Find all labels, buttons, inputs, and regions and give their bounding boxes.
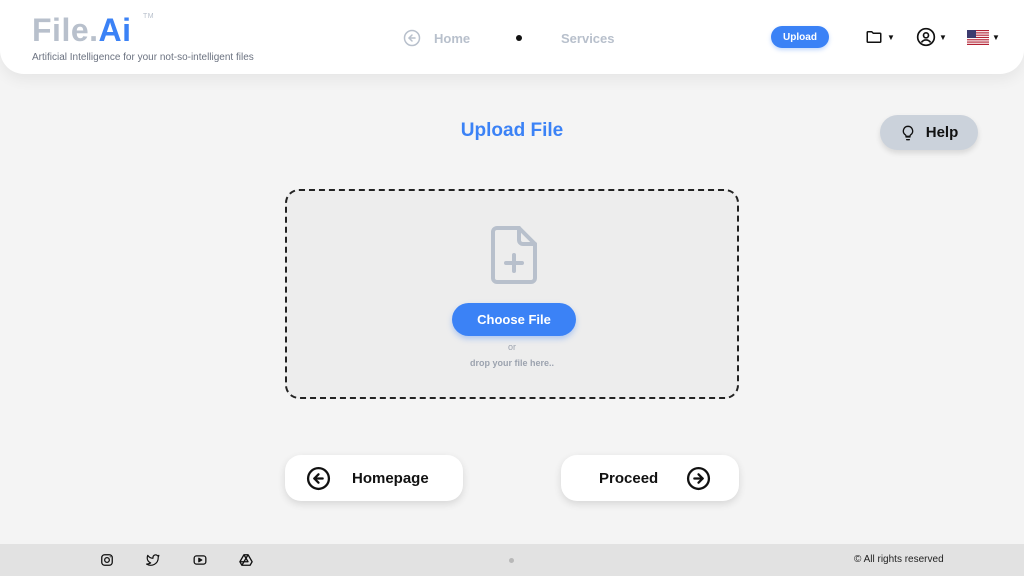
nav-home-link[interactable]: Home [434, 31, 470, 46]
brand-logo[interactable]: File.Ai TM [32, 12, 154, 49]
or-separator-text: or [507, 342, 516, 352]
arrow-right-circle-icon [687, 466, 711, 490]
proceed-label: Proceed [599, 469, 659, 487]
folder-dropdown[interactable]: ▼ [864, 27, 895, 47]
user-circle-icon [916, 27, 936, 47]
arrow-left-circle-icon[interactable] [403, 29, 421, 47]
chevron-down-icon: ▼ [992, 32, 1000, 42]
brand-tagline: Artificial Intelligence for your not-so-… [32, 52, 254, 63]
chevron-down-icon: ▼ [939, 32, 947, 42]
twitter-icon[interactable] [146, 553, 160, 567]
arrow-left-circle-icon [306, 466, 331, 490]
footer-dot [509, 558, 514, 563]
footer: © All rights reserved [0, 544, 1024, 576]
file-plus-icon [491, 226, 537, 284]
nav-services-link[interactable]: Services [561, 31, 615, 46]
trademark-mark: TM [143, 13, 155, 20]
choose-file-button[interactable]: Choose File [452, 303, 576, 336]
homepage-button[interactable]: Homepage [285, 455, 463, 501]
youtube-icon[interactable] [193, 553, 207, 567]
logo-text-file: File. [32, 12, 99, 48]
nav-separator-dot [516, 35, 522, 41]
homepage-label: Homepage [352, 469, 429, 487]
proceed-button[interactable]: Proceed [561, 455, 739, 501]
top-header: File.Ai TM Artificial Intelligence for y… [0, 0, 1024, 74]
us-flag-icon [967, 29, 989, 45]
instagram-icon[interactable] [100, 553, 114, 567]
chevron-down-icon: ▼ [887, 32, 895, 42]
copyright-text: © All rights reserved [854, 554, 944, 565]
folder-icon [866, 31, 882, 43]
logo-text-ai: Ai [98, 12, 132, 48]
lightbulb-icon [902, 125, 913, 140]
account-dropdown[interactable]: ▼ [916, 27, 947, 47]
upload-button[interactable]: Upload [771, 26, 829, 48]
help-button[interactable]: Help [880, 115, 978, 150]
help-label: Help [925, 124, 959, 141]
page-title: Upload File [460, 120, 564, 141]
language-dropdown[interactable]: ▼ [967, 27, 1000, 47]
file-dropzone[interactable]: Choose File or drop your file here.. [285, 189, 739, 399]
google-drive-icon[interactable] [239, 553, 253, 567]
drop-hint-text: drop your file here.. [469, 358, 554, 368]
